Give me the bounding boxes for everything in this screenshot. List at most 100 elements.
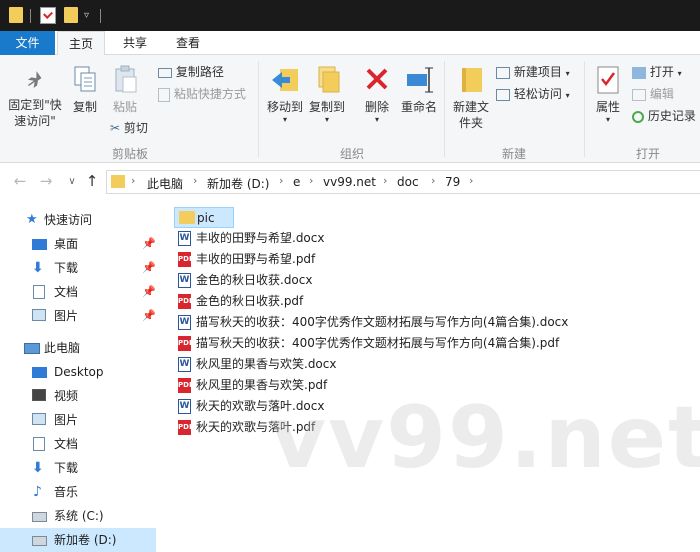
group-separator (584, 61, 585, 157)
edit-button[interactable]: 编辑 (632, 85, 674, 103)
copy-path-icon (158, 67, 172, 78)
chevron-right-icon: › (309, 174, 314, 187)
delete-icon (366, 68, 388, 90)
pictures-icon (32, 413, 46, 425)
edit-label: 编辑 (649, 87, 674, 101)
breadcrumb-item[interactable]: 79 (445, 175, 460, 189)
group-separator (444, 61, 445, 157)
file-name: 丰收的田野与希望.pdf (196, 252, 316, 266)
properties-button[interactable]: 属性 ▾ (590, 65, 626, 125)
open-button[interactable]: 打开 ▾ (632, 63, 682, 81)
nav-quick-documents[interactable]: 文档 📌 (0, 280, 156, 304)
cut-button[interactable]: ✂ 剪切 (110, 119, 148, 137)
properties-quick-icon[interactable] (40, 7, 56, 24)
star-icon: ★ (26, 212, 38, 227)
customize-quick-access-icon[interactable]: ▿ (84, 7, 89, 25)
divider (30, 9, 31, 23)
file-name: 秋风里的果香与欢笑.docx (196, 357, 337, 371)
paste-button[interactable]: 粘贴 (108, 65, 142, 115)
pin-icon[interactable]: 📌 (142, 304, 156, 328)
nav-label: 视频 (54, 389, 79, 403)
history-button[interactable]: 历史记录 (632, 107, 696, 125)
back-arrow-icon[interactable]: ← (12, 172, 28, 190)
nav-label: 系统 (C:) (54, 509, 104, 523)
nav-this-pc[interactable]: 此电脑 (0, 336, 156, 360)
file-item-folder[interactable]: pic (174, 207, 234, 228)
tab-view[interactable]: 查看 (164, 31, 212, 55)
cut-label: 剪切 (123, 121, 148, 135)
watermark: vv99.net (270, 388, 700, 488)
easy-access-button[interactable]: 轻松访问 ▾ (496, 85, 570, 103)
pin-icon[interactable]: 📌 (142, 280, 156, 304)
nav-pc-pictures[interactable]: 图片 (0, 408, 156, 432)
pin-quick-access-button[interactable]: 固定到"快速访问" (4, 69, 66, 129)
file-name: 丰收的田野与希望.docx (196, 231, 325, 245)
organize-group-label: 组织 (339, 147, 364, 161)
chevron-right-icon: › (383, 174, 388, 187)
nav-label: 文档 (54, 437, 79, 451)
navigation-pane: ★ 快速访问 桌面 📌 ⬇ 下载 📌 文档 📌 图片 📌 此电脑 Desktop… (0, 201, 156, 552)
easy-access-icon (496, 88, 510, 101)
copy-to-button[interactable]: 复制到 ▾ (306, 65, 348, 125)
address-bar[interactable]: › 此电脑 › 新加卷 (D:) › e › vv99.net › doc › … (106, 170, 700, 194)
nav-pc-drive-d[interactable]: 新加卷 (D:) (0, 528, 156, 552)
nav-quick-desktop[interactable]: 桌面 📌 (0, 232, 156, 256)
nav-quick-downloads[interactable]: ⬇ 下载 📌 (0, 256, 156, 280)
pin-icon[interactable]: 📌 (142, 256, 156, 280)
nav-pc-videos[interactable]: 视频 (0, 384, 156, 408)
nav-pc-music[interactable]: ♪ 音乐 (0, 480, 156, 504)
move-to-label: 移动到 (266, 100, 303, 114)
drive-icon (32, 536, 47, 546)
folder-icon (179, 211, 195, 224)
breadcrumb-item[interactable]: vv99.net (323, 175, 376, 189)
paste-shortcut-button[interactable]: 粘贴快捷方式 (158, 85, 246, 103)
history-label: 历史记录 (647, 109, 696, 123)
copy-button[interactable]: 复制 (68, 65, 102, 115)
file-name: 描写秋天的收获：400字优秀作文题材拓展与写作方向(4篇合集).docx (196, 315, 569, 329)
new-folder-button[interactable]: 新建文件夹 (448, 65, 494, 131)
nav-quick-access[interactable]: ★ 快速访问 (0, 208, 156, 232)
nav-label: 此电脑 (44, 341, 81, 355)
tab-file[interactable]: 文件 (0, 31, 55, 55)
word-doc-icon: W (178, 399, 191, 414)
new-folder-quick-icon[interactable] (64, 7, 78, 23)
chevron-down-icon: ▾ (605, 115, 610, 124)
breadcrumb-item[interactable]: 此电脑 (147, 175, 183, 192)
tab-share[interactable]: 共享 (110, 31, 160, 55)
nav-label: 新加卷 (D:) (54, 533, 117, 547)
nav-label: 下载 (54, 461, 79, 475)
file-name: pic (197, 211, 215, 225)
properties-icon (597, 66, 619, 94)
history-icon (632, 110, 644, 123)
folder-icon (9, 7, 23, 23)
rename-icon (407, 67, 433, 93)
move-to-button[interactable]: 移动到 ▾ (264, 65, 306, 125)
up-arrow-icon[interactable]: ↑ (84, 172, 100, 190)
pdf-icon: PDF (178, 378, 194, 393)
nav-pc-documents[interactable]: 文档 (0, 432, 156, 456)
pin-icon[interactable]: 📌 (142, 232, 156, 256)
chevron-down-icon: ▾ (565, 91, 570, 100)
nav-pc-drive-c[interactable]: 系统 (C:) (0, 504, 156, 528)
nav-quick-pictures[interactable]: 图片 📌 (0, 304, 156, 328)
chevron-right-icon: › (469, 174, 474, 187)
tab-home[interactable]: 主页 (57, 31, 105, 56)
breadcrumb-item[interactable]: doc (397, 175, 419, 189)
breadcrumb-item[interactable]: 新加卷 (D:) (207, 175, 269, 192)
rename-button[interactable]: 重命名 (398, 65, 440, 115)
nav-pc-desktop[interactable]: Desktop (0, 360, 156, 384)
paste-label: 粘贴 (112, 100, 137, 114)
new-folder-label: 新建文件夹 (453, 100, 490, 130)
file-list: pic W 丰收的田野与希望.docx PDF 丰收的田野与希望.pdf W 金… (156, 201, 700, 540)
chevron-right-icon: › (279, 174, 284, 187)
delete-button[interactable]: 删除 ▾ (360, 65, 394, 125)
nav-pc-downloads[interactable]: ⬇ 下载 (0, 456, 156, 480)
recent-locations-chevron-icon[interactable]: ∨ (64, 176, 80, 187)
breadcrumb-item[interactable]: e (293, 175, 300, 189)
forward-arrow-icon[interactable]: → (38, 172, 54, 190)
copy-path-button[interactable]: 复制路径 (158, 63, 224, 81)
nav-label: 下载 (54, 261, 79, 275)
new-item-button[interactable]: 新建项目 ▾ (496, 63, 570, 81)
chevron-right-icon: › (193, 174, 198, 187)
ribbon: 固定到"快速访问" 复制 粘贴 复制路径 粘贴快捷方式 ✂ 剪切 剪贴板 移动到… (0, 55, 700, 163)
